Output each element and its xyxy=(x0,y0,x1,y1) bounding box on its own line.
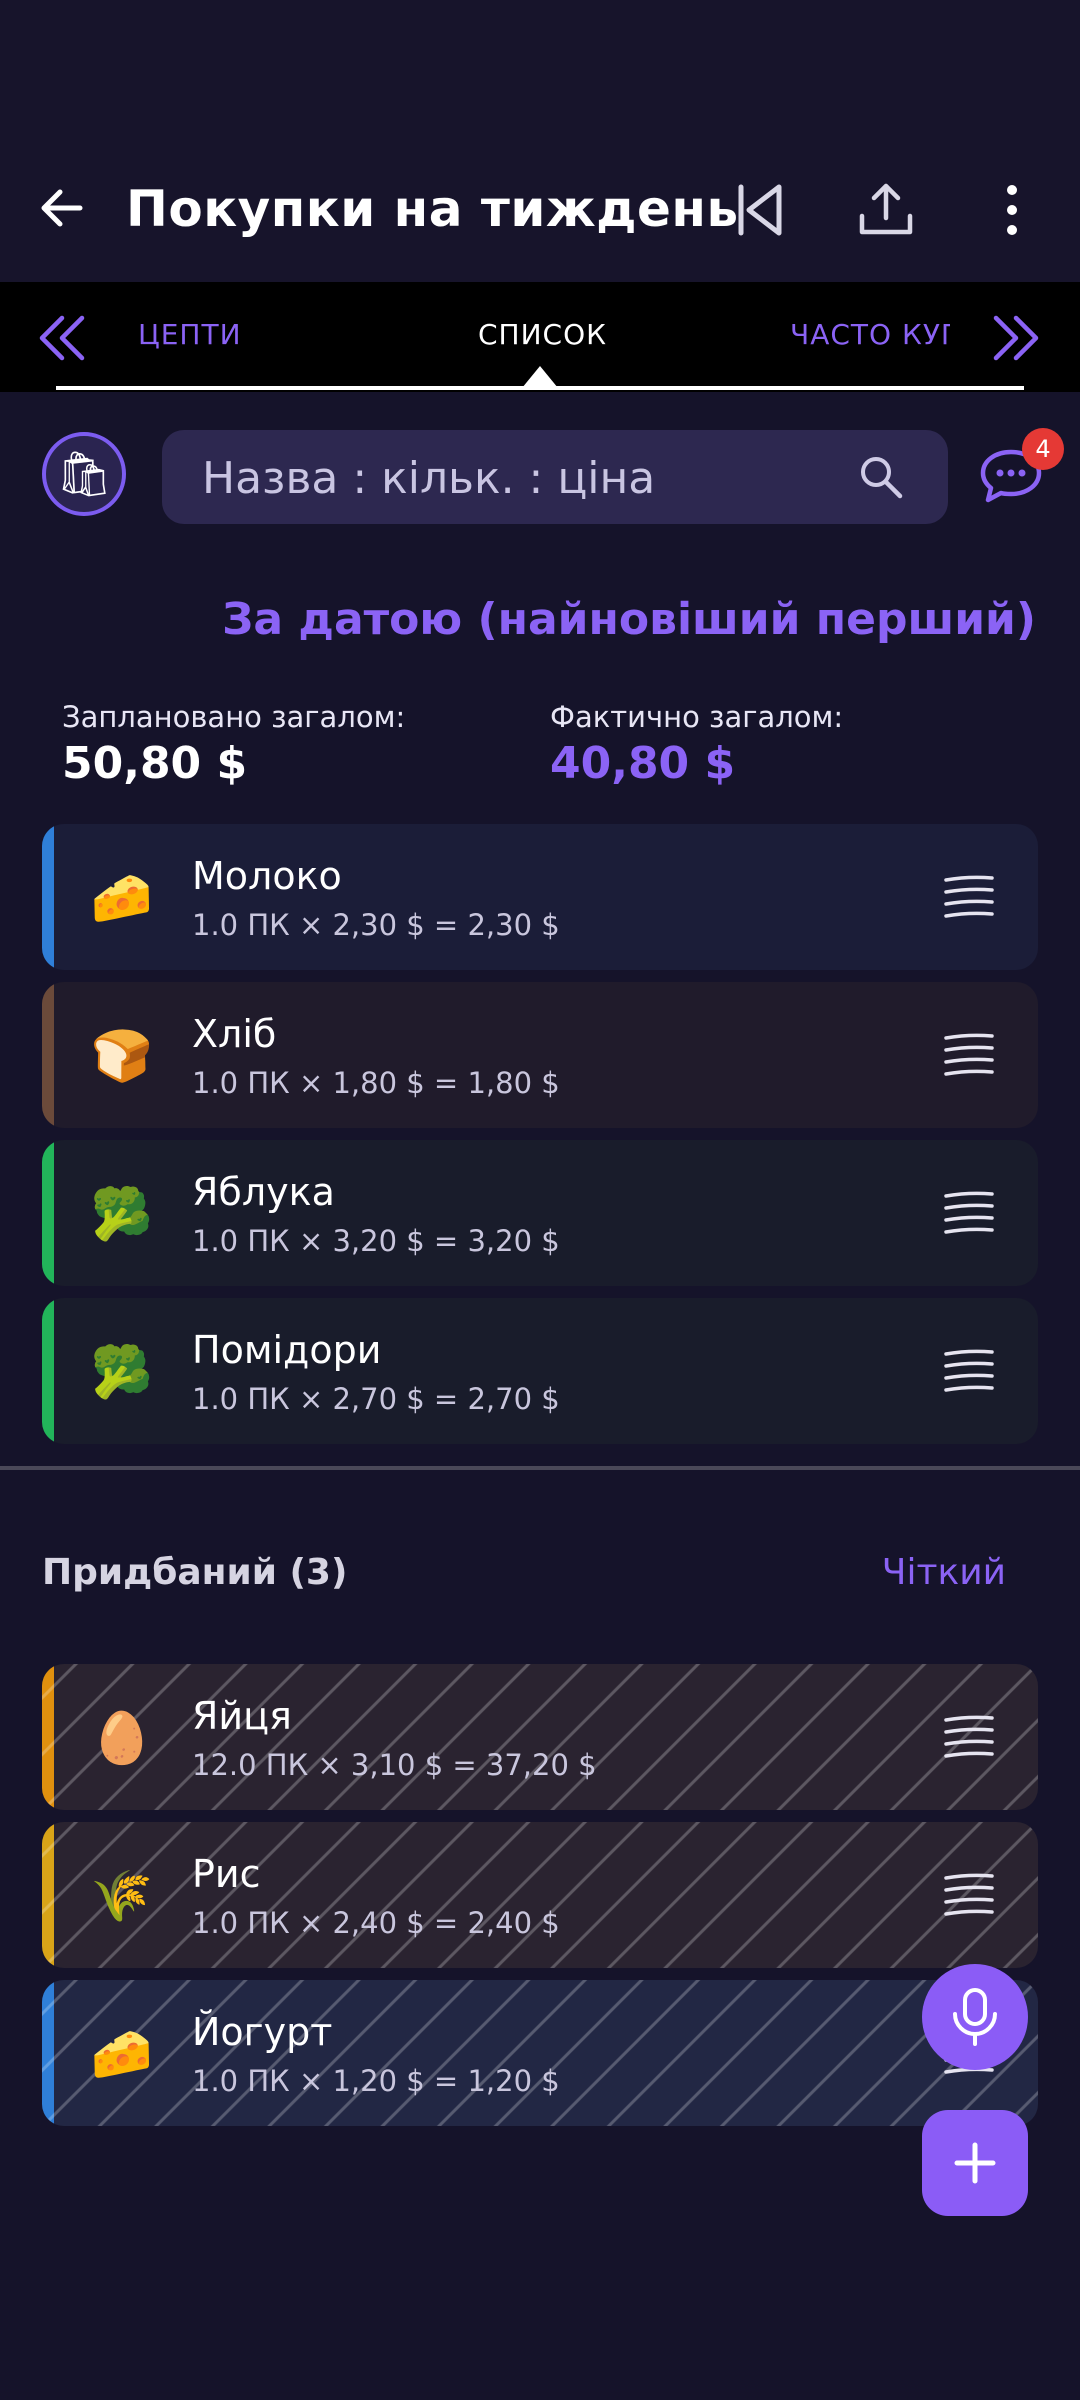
category-icon: 🧀 xyxy=(90,2025,154,2083)
actual-total-label: Фактично загалом: xyxy=(550,700,844,734)
purchased-section-title: Придбаний (3) xyxy=(42,1552,348,1593)
drag-handle-icon[interactable] xyxy=(942,1032,996,1078)
category-stripe xyxy=(42,982,54,1128)
app-bar: Покупки на тиждень xyxy=(0,150,1080,282)
category-stripe xyxy=(42,824,54,970)
item-calculation: 1.0 ПК × 2,30 $ = 2,30 $ xyxy=(192,908,560,942)
category-stripe xyxy=(42,1140,54,1286)
more-vertical-icon xyxy=(1007,185,1017,235)
category-icon: 🧀 xyxy=(90,869,154,927)
category-icon: 🥦 xyxy=(90,1185,154,1243)
item-calculation: 1.0 ПК × 1,80 $ = 1,80 $ xyxy=(192,1066,560,1100)
category-icon: 🍞 xyxy=(90,1027,154,1085)
search-input[interactable] xyxy=(200,430,844,526)
more-options-button[interactable] xyxy=(980,178,1044,242)
category-stripe xyxy=(42,1980,54,2126)
share-icon xyxy=(859,183,913,235)
purchased-item[interactable]: 🌾 Рис 1.0 ПК × 2,40 $ = 2,40 $ xyxy=(42,1822,1038,1968)
page-title: Покупки на тиждень xyxy=(126,180,739,238)
item-calculation: 1.0 ПК × 1,20 $ = 1,20 $ xyxy=(192,2064,560,2098)
tab-list[interactable]: СПИСОК xyxy=(478,318,607,351)
item-name: Хліб xyxy=(192,1012,277,1056)
sort-label[interactable]: За датою (найновіший перший) xyxy=(222,594,1036,645)
clear-purchased-button[interactable]: Чіткий xyxy=(882,1552,1006,1593)
drag-handle-icon[interactable] xyxy=(942,1714,996,1760)
planned-total-value: 50,80 $ xyxy=(62,738,248,789)
purchased-item[interactable]: 🥚 Яйця 12.0 ПК × 3,10 $ = 37,20 $ xyxy=(42,1664,1038,1810)
shopping-bags-icon: 🛍 xyxy=(56,449,112,500)
planned-total-label: Заплановано загалом: xyxy=(62,700,406,734)
list-item[interactable]: 🍞 Хліб 1.0 ПК × 1,80 $ = 1,80 $ xyxy=(42,982,1038,1128)
search-icon[interactable] xyxy=(856,452,906,502)
plus-icon xyxy=(954,2142,996,2184)
drag-handle-icon[interactable] xyxy=(942,1872,996,1918)
chat-badge: 4 xyxy=(1022,428,1064,470)
list-item[interactable]: 🥦 Яблука 1.0 ПК × 3,20 $ = 3,20 $ xyxy=(42,1140,1038,1286)
item-calculation: 1.0 ПК × 3,20 $ = 3,20 $ xyxy=(192,1224,560,1258)
add-item-button[interactable] xyxy=(922,2110,1028,2216)
double-chevron-left-icon[interactable] xyxy=(36,312,88,364)
search-bar[interactable] xyxy=(162,430,948,526)
item-calculation: 1.0 ПК × 2,70 $ = 2,70 $ xyxy=(192,1382,560,1416)
voice-input-button[interactable] xyxy=(922,1964,1028,2070)
category-stripe xyxy=(42,1298,54,1444)
item-name: Рис xyxy=(192,1852,261,1896)
category-icon: 🥚 xyxy=(90,1709,154,1767)
share-button[interactable] xyxy=(854,178,918,242)
list-item[interactable]: 🥦 Помідори 1.0 ПК × 2,70 $ = 2,70 $ xyxy=(42,1298,1038,1444)
item-name: Яйця xyxy=(192,1694,292,1738)
category-icon: 🥦 xyxy=(90,1343,154,1401)
actual-total-value: 40,80 $ xyxy=(550,738,736,789)
list-item[interactable]: 🧀 Молоко 1.0 ПК × 2,30 $ = 2,30 $ xyxy=(42,824,1038,970)
item-name: Помідори xyxy=(192,1328,382,1372)
tab-receipts[interactable]: ЦЕПТИ xyxy=(138,318,242,351)
item-name: Молоко xyxy=(192,854,342,898)
item-name: Йогурт xyxy=(192,2010,333,2054)
drag-handle-icon[interactable] xyxy=(942,1348,996,1394)
item-calculation: 12.0 ПК × 3,10 $ = 37,20 $ xyxy=(192,1748,597,1782)
back-button[interactable] xyxy=(32,178,92,238)
skip-to-first-button[interactable] xyxy=(728,178,792,242)
arrow-left-icon xyxy=(41,189,83,227)
item-name: Яблука xyxy=(192,1170,335,1214)
category-stripe xyxy=(42,1822,54,1968)
tab-frequently-bought[interactable]: ЧАСТО КУП xyxy=(790,318,950,351)
status-bar xyxy=(0,0,1080,150)
category-stripe xyxy=(42,1664,54,1810)
skip-to-first-icon xyxy=(738,184,782,236)
section-divider xyxy=(0,1466,1080,1470)
avatar[interactable]: 🛍 xyxy=(42,432,126,516)
tab-indicator-caret xyxy=(522,366,558,388)
category-icon: 🌾 xyxy=(90,1867,154,1925)
purchased-item[interactable]: 🧀 Йогурт 1.0 ПК × 1,20 $ = 1,20 $ xyxy=(42,1980,1038,2126)
double-chevron-right-icon[interactable] xyxy=(990,312,1042,364)
drag-handle-icon[interactable] xyxy=(942,1190,996,1236)
drag-handle-icon[interactable] xyxy=(942,874,996,920)
item-calculation: 1.0 ПК × 2,40 $ = 2,40 $ xyxy=(192,1906,560,1940)
microphone-icon xyxy=(953,1988,997,2046)
